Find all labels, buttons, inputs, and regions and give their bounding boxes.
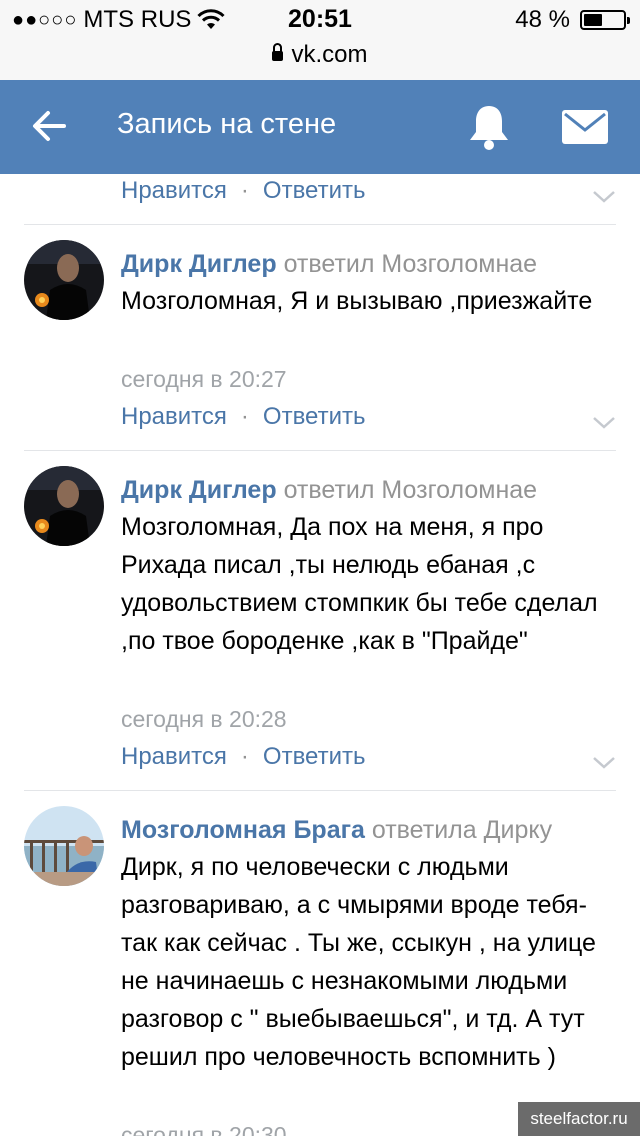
- author-name[interactable]: Дирк Диглер: [121, 250, 277, 278]
- comment-text: Мозголомная, Да пох на меня, я про Рихад…: [121, 513, 598, 655]
- reply-target[interactable]: ответила Дирку: [372, 816, 552, 844]
- author-name[interactable]: Дирк Диглер: [121, 476, 277, 504]
- reply-button[interactable]: Ответить: [263, 403, 366, 431]
- comment-actions: Нравится · Ответить: [121, 403, 366, 431]
- comment-time: сегодня в 20:28: [121, 706, 287, 732]
- comment-time: сегодня в 20:27: [121, 366, 287, 392]
- url-text: vk.com: [291, 41, 368, 68]
- comment-text: Дирк, я по человечески с людьми разговар…: [121, 853, 596, 1071]
- like-button[interactable]: Нравится: [121, 403, 227, 431]
- divider: [24, 450, 616, 451]
- reply-button[interactable]: Ответить: [263, 743, 366, 771]
- comment-time: сегодня в 20:30: [121, 1122, 287, 1136]
- reply-target[interactable]: ответил Мозголомнае: [284, 250, 538, 278]
- envelope-icon[interactable]: [562, 110, 608, 144]
- watermark: steelfactor.ru: [518, 1102, 640, 1136]
- comment-text: Мозголомная, Я и вызываю ,приезжайте: [121, 287, 593, 315]
- page-title: Запись на стене: [117, 108, 337, 140]
- arrow-left-icon[interactable]: [28, 104, 72, 148]
- reply-target[interactable]: ответил Мозголомнае: [284, 476, 538, 504]
- battery-percent: 48 %: [515, 6, 570, 33]
- avatar[interactable]: [24, 806, 104, 886]
- comment-header: Дирк Диглер ответил Мозголомнае: [121, 250, 537, 279]
- chevron-down-icon[interactable]: [592, 416, 616, 430]
- comments-feed[interactable]: Нравится · Ответить Дирк Диглер ответил …: [0, 174, 640, 1136]
- status-bar: ●●○○○ MTS RUS 20:51 48 % vk.com: [0, 0, 640, 80]
- comment-header: Дирк Диглер ответил Мозголомнае: [121, 476, 537, 505]
- battery-icon: [580, 10, 630, 30]
- comment-header: Мозголомная Брага ответила Дирку: [121, 816, 552, 845]
- comment-actions: Нравится · Ответить: [121, 177, 366, 205]
- avatar[interactable]: [24, 240, 104, 320]
- bell-icon[interactable]: [466, 102, 512, 152]
- battery-info: 48 %: [515, 6, 630, 34]
- divider: [24, 790, 616, 791]
- app-header: Запись на стене: [0, 80, 640, 174]
- avatar[interactable]: [24, 466, 104, 546]
- comment-actions: Нравится · Ответить: [121, 743, 366, 771]
- author-name[interactable]: Мозголомная Брага: [121, 816, 365, 844]
- chevron-down-icon[interactable]: [592, 756, 616, 770]
- chevron-down-icon[interactable]: [592, 190, 616, 204]
- like-button[interactable]: Нравится: [121, 743, 227, 771]
- reply-button[interactable]: Ответить: [263, 177, 366, 205]
- lock-icon: [272, 43, 284, 61]
- address-bar[interactable]: vk.com: [0, 41, 640, 69]
- like-button[interactable]: Нравится: [121, 177, 227, 205]
- divider: [24, 224, 616, 225]
